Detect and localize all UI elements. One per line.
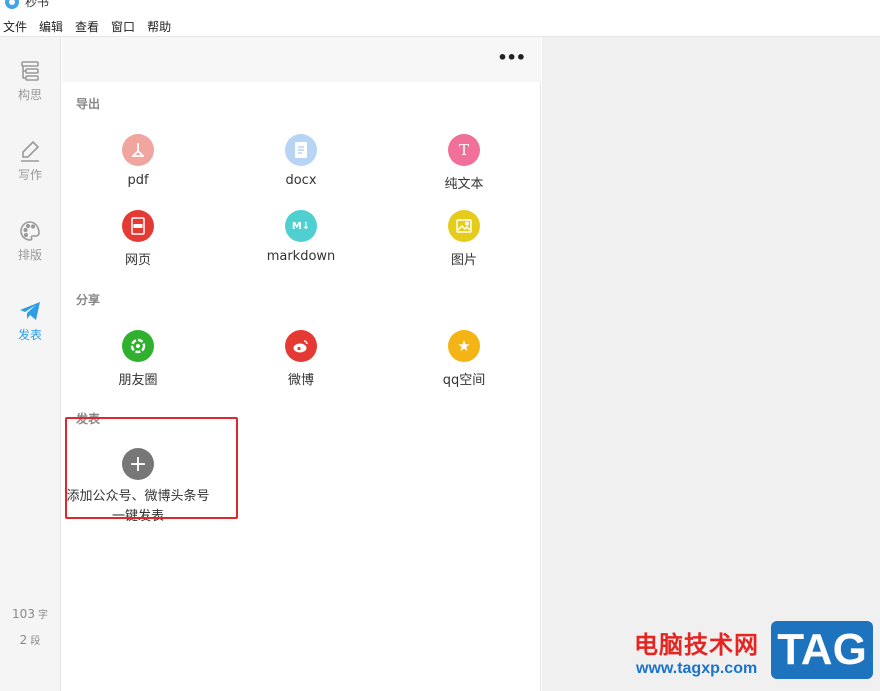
weibo-icon (285, 330, 317, 362)
share-qzone[interactable]: ★ qq空间 (404, 330, 524, 388)
export-docx[interactable]: docx (241, 134, 361, 188)
menu-file[interactable]: 文件 (3, 18, 27, 36)
share-qzone-label: qq空间 (442, 373, 486, 388)
export-markdown[interactable]: M↓ markdown (241, 210, 361, 264)
palette-icon (20, 221, 40, 241)
export-pdf-label: pdf (127, 173, 149, 188)
export-markdown-label: markdown (266, 249, 336, 264)
word-count-value: 103 (12, 607, 35, 621)
export-html-label: 网页 (124, 253, 151, 268)
share-moments-label: 朋友圈 (118, 373, 158, 388)
sidebar-item-layout[interactable]: 排版 (0, 219, 60, 275)
menu-view[interactable]: 查看 (75, 18, 99, 36)
watermark-tag-logo: TAG (771, 621, 873, 679)
sidebar-item-outline[interactable]: 构思 (0, 59, 60, 115)
title-bar: 秒书 (0, 0, 880, 17)
sidebar-label-publish: 发表 (17, 328, 42, 342)
section-title-share: 分享 (76, 293, 101, 307)
watermark-site-name: 电脑技术网 (634, 631, 759, 659)
export-html[interactable]: 网页 (78, 210, 198, 268)
html-icon (122, 210, 154, 242)
markdown-icon: M↓ (285, 210, 317, 242)
paragraph-count-value: 2 (19, 633, 28, 647)
menu-bar: 文件 编辑 查看 窗口 帮助 (0, 17, 880, 37)
word-count-unit: 字 (37, 610, 48, 621)
share-weibo-label: 微博 (287, 373, 314, 388)
moments-icon (122, 330, 154, 362)
word-count: 103 字 (0, 606, 60, 621)
paper-plane-icon (20, 302, 40, 320)
docx-icon (285, 134, 317, 166)
share-moments[interactable]: 朋友圈 (78, 330, 198, 388)
export-plaintext-label: 纯文本 (444, 177, 484, 192)
pen-icon (21, 140, 40, 162)
text-icon: T (448, 134, 480, 166)
sidebar-item-publish[interactable]: 发表 (0, 299, 60, 355)
pdf-icon (122, 134, 154, 166)
sidebar-label-write: 写作 (17, 168, 42, 182)
image-icon (448, 210, 480, 242)
share-weibo[interactable]: 微博 (241, 330, 361, 388)
watermark-url: www.tagxp.com (636, 660, 758, 677)
panel-header: ••• (62, 37, 541, 82)
menu-edit[interactable]: 编辑 (39, 18, 63, 36)
paragraph-count-unit: 段 (30, 636, 41, 647)
more-options-button[interactable]: ••• (497, 50, 526, 66)
left-sidebar: 构思 写作 排版 发表 103 字 2段 (0, 37, 61, 691)
publish-panel: ••• 导出 pdf docx T 纯文本 网页 M↓ markdown 图片 … (62, 37, 541, 691)
app-title: 秒书 (25, 0, 50, 9)
sidebar-label-outline: 构思 (17, 88, 42, 102)
sidebar-item-write[interactable]: 写作 (0, 139, 60, 195)
export-plaintext[interactable]: T 纯文本 (404, 134, 524, 192)
export-docx-label: docx (285, 173, 317, 188)
app-logo-icon (5, 0, 19, 9)
qzone-star-icon: ★ (448, 330, 480, 362)
menu-help[interactable]: 帮助 (147, 18, 171, 36)
menu-window[interactable]: 窗口 (111, 18, 135, 36)
content-area (542, 37, 880, 691)
section-title-export: 导出 (76, 97, 101, 111)
export-image-label: 图片 (450, 253, 477, 268)
sidebar-label-layout: 排版 (17, 248, 42, 262)
export-image[interactable]: 图片 (404, 210, 524, 268)
highlight-box (65, 417, 238, 519)
export-pdf[interactable]: pdf (78, 134, 198, 188)
paragraph-count: 2段 (0, 632, 60, 647)
outline-icon (21, 61, 39, 81)
